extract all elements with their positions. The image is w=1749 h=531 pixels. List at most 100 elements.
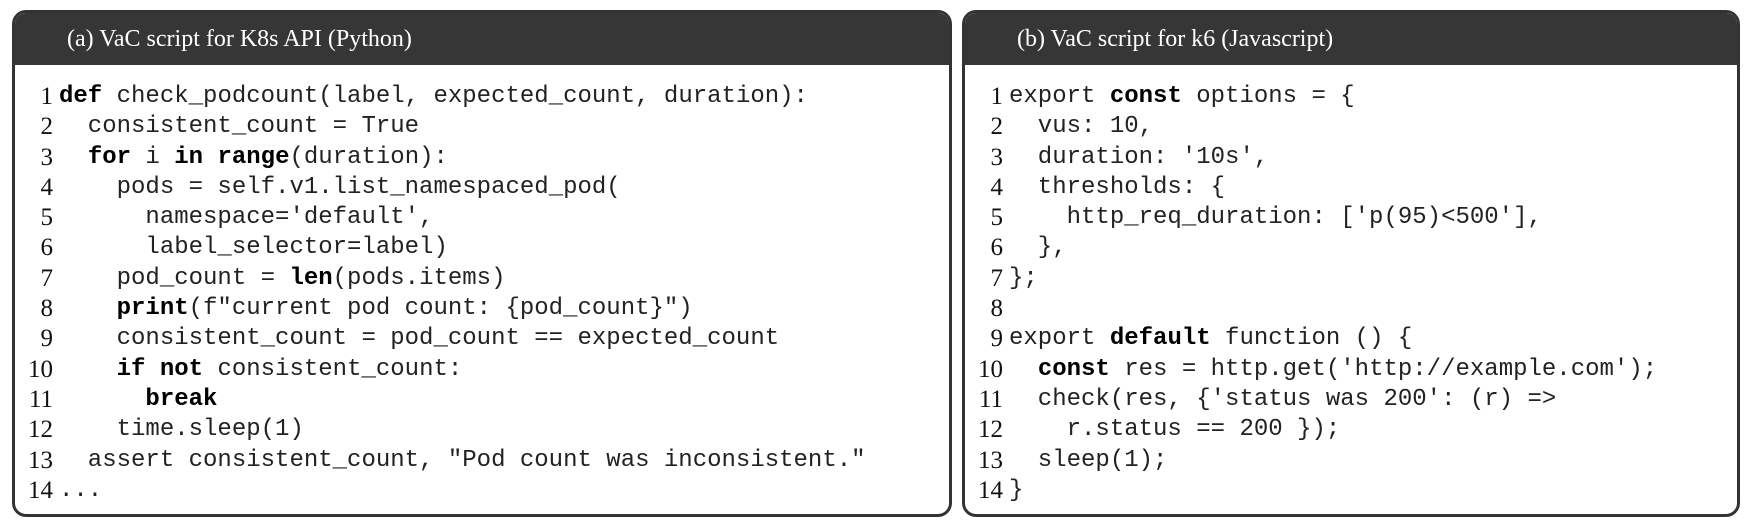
code-text: consistent_count = pod_count == expected… bbox=[59, 325, 780, 353]
line-number: 12 bbox=[28, 416, 53, 444]
keyword: default bbox=[1109, 325, 1211, 353]
line-number: 9 bbox=[40, 325, 54, 353]
code-text: assert consistent_count, "Pod count was … bbox=[59, 446, 866, 474]
code-text: r.status == 200 }); bbox=[1009, 416, 1341, 444]
code-line: 5 http_req_duration: ['p(95)<500'], bbox=[965, 203, 1737, 233]
code-line: 4 thresholds: { bbox=[965, 173, 1737, 203]
keyword: range bbox=[217, 143, 290, 171]
line-number: 7 bbox=[40, 264, 54, 292]
code-line: 3 duration: '10s', bbox=[965, 143, 1737, 173]
code-text: vus: 10, bbox=[1009, 113, 1154, 141]
code-text: thresholds: { bbox=[1009, 173, 1226, 201]
keyword: print bbox=[116, 295, 189, 323]
code-line: 12 time.sleep(1) bbox=[15, 415, 949, 445]
line-number: 10 bbox=[978, 355, 1003, 383]
line-number: 3 bbox=[990, 143, 1004, 171]
code-text: } bbox=[1009, 476, 1024, 504]
code-text: check(res, {'status was 200': (r) => bbox=[1009, 385, 1557, 413]
code-text: }, bbox=[1009, 234, 1067, 262]
panel-title: (b) VaC script for k6 (Javascript) bbox=[965, 13, 1737, 65]
code-line: 12 r.status == 200 }); bbox=[965, 415, 1737, 445]
line-number: 5 bbox=[990, 204, 1004, 232]
code-line: 7 pod_count = len(pods.items) bbox=[15, 264, 949, 294]
code-text: export const options = { bbox=[1009, 83, 1355, 110]
keyword: not bbox=[159, 355, 204, 383]
code-line: 1 def check_podcount(label, expected_coun… bbox=[15, 82, 949, 112]
line-number: 12 bbox=[978, 416, 1003, 444]
code-line: 7}; bbox=[965, 264, 1737, 294]
line-number: 13 bbox=[28, 446, 53, 474]
code-line: 2 vus: 10, bbox=[965, 112, 1737, 142]
code-line: 4 pods = self.v1.list_namespaced_pod( bbox=[15, 173, 949, 203]
code-line: 5 namespace='default', bbox=[15, 203, 949, 233]
code-text: namespace='default', bbox=[59, 204, 434, 232]
code-line: 14} bbox=[965, 476, 1737, 506]
code-text: }; bbox=[1009, 264, 1038, 292]
line-number: 4 bbox=[40, 173, 54, 201]
line-number: 14 bbox=[28, 476, 53, 504]
code-block: 1 export const options = {2 vus: 10, 3 dur… bbox=[965, 82, 1737, 506]
line-number: 4 bbox=[990, 173, 1004, 201]
line-number: 10 bbox=[28, 355, 53, 383]
code-text: time.sleep(1) bbox=[59, 416, 304, 444]
code-text: duration: '10s', bbox=[1009, 143, 1269, 171]
code-text: for i in range(duration): bbox=[87, 143, 448, 171]
code-line: 13 sleep(1); bbox=[965, 446, 1737, 476]
code-block: 1 def check_podcount(label, expected_coun… bbox=[15, 82, 949, 506]
line-number: 14 bbox=[978, 476, 1003, 504]
code-line: 10 if not consistent_count: bbox=[15, 355, 949, 385]
line-number: 7 bbox=[990, 264, 1004, 292]
line-number: 1 bbox=[990, 83, 1004, 110]
line-number: 2 bbox=[40, 113, 54, 141]
python-code-panel: (a) VaC script for K8s API (Python) 1 def… bbox=[12, 10, 952, 517]
code-line: 13 assert consistent_count, "Pod count w… bbox=[15, 446, 949, 476]
code-text: consistent_count = True bbox=[59, 113, 420, 141]
code-line: 1 export const options = { bbox=[965, 82, 1737, 112]
code-text: if not consistent_count: bbox=[116, 355, 463, 383]
code-text: const res = http.get('http://example.com… bbox=[1037, 355, 1658, 383]
line-number: 6 bbox=[990, 234, 1004, 262]
code-text: label_selector=label) bbox=[59, 234, 448, 262]
keyword: def bbox=[59, 83, 103, 110]
line-number: 1 bbox=[40, 83, 54, 110]
keyword: len bbox=[289, 264, 333, 292]
code-line: 11 check(res, {'status was 200': (r) => bbox=[965, 385, 1737, 415]
line-number: 9 bbox=[990, 325, 1004, 353]
line-number: 11 bbox=[28, 385, 53, 413]
code-text: pods = self.v1.list_namespaced_pod( bbox=[59, 173, 621, 201]
keyword: const bbox=[1037, 355, 1110, 383]
keyword: if bbox=[116, 355, 146, 383]
code-text: http_req_duration: ['p(95)<500'], bbox=[1009, 204, 1542, 232]
code-text: export default function () { bbox=[1009, 325, 1413, 353]
keyword: break bbox=[145, 385, 218, 413]
line-number: 5 bbox=[40, 204, 54, 232]
keyword: const bbox=[1109, 83, 1182, 110]
code-text: sleep(1); bbox=[1009, 446, 1168, 474]
code-line: 9 export default function () { bbox=[965, 324, 1737, 354]
line-number: 2 bbox=[990, 113, 1004, 141]
line-number: 3 bbox=[40, 143, 54, 171]
code-line: 6 label_selector=label) bbox=[15, 233, 949, 263]
line-number: 13 bbox=[978, 446, 1003, 474]
keyword: in bbox=[174, 143, 204, 171]
code-line: 8 bbox=[965, 294, 1737, 324]
code-line: 11 break bbox=[15, 385, 949, 415]
line-number: 6 bbox=[40, 234, 54, 262]
code-line: 6 }, bbox=[965, 233, 1737, 263]
line-number: 8 bbox=[40, 295, 54, 323]
code-line: 3 for i in range(duration): bbox=[15, 143, 949, 173]
panel-title: (a) VaC script for K8s API (Python) bbox=[15, 13, 949, 65]
code-line: 10 const res = http.get('http://example.… bbox=[965, 355, 1737, 385]
code-line: 9 consistent_count = pod_count == expect… bbox=[15, 324, 949, 354]
code-text: print(f"current pod count: {pod_count}") bbox=[116, 295, 693, 323]
code-text: ... bbox=[59, 476, 103, 504]
line-number: 8 bbox=[990, 295, 1004, 323]
code-text: pod_count = len(pods.items) bbox=[59, 264, 506, 292]
code-line: 8 print(f"current pod count: {pod_count}… bbox=[15, 294, 949, 324]
javascript-code-panel: (b) VaC script for k6 (Javascript) 1 expo… bbox=[962, 10, 1740, 517]
code-line: 14... bbox=[15, 476, 949, 506]
keyword: for bbox=[87, 143, 132, 171]
code-text: def check_podcount(label, expected_count… bbox=[59, 83, 808, 110]
code-line: 2 consistent_count = True bbox=[15, 112, 949, 142]
line-number: 11 bbox=[978, 385, 1003, 413]
